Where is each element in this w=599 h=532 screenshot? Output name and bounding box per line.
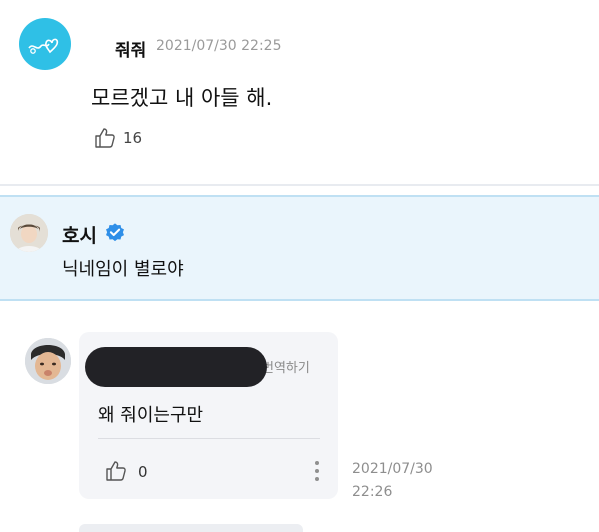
person-photo-icon bbox=[10, 214, 48, 252]
comment-timestamp: 2021/07/30 22:25 bbox=[156, 38, 282, 54]
thumbs-up-icon[interactable] bbox=[104, 459, 128, 483]
avatar[interactable] bbox=[10, 214, 48, 252]
verified-badge-icon bbox=[106, 223, 124, 242]
divider bbox=[98, 438, 320, 439]
translate-button[interactable]: 번역하기 bbox=[262, 357, 310, 376]
reply-date: 2021/07/30 bbox=[352, 461, 433, 477]
like-count: 16 bbox=[123, 129, 143, 147]
redacted-author bbox=[85, 347, 267, 387]
reply-text: 왜 줘이는구만 bbox=[98, 405, 204, 426]
avatar[interactable] bbox=[19, 18, 71, 70]
heart-doodle-icon bbox=[28, 38, 59, 54]
comment-text: 모르겠고 내 아들 해. bbox=[91, 86, 273, 110]
reply-time: 22:26 bbox=[352, 484, 393, 500]
comment-author[interactable]: 줘줘 bbox=[115, 36, 146, 61]
thumbs-up-icon[interactable] bbox=[93, 126, 117, 150]
more-options-icon[interactable] bbox=[312, 457, 322, 485]
artist-name[interactable]: 호시 bbox=[62, 221, 97, 248]
artist-reply-text: 닉네임이 별로야 bbox=[62, 259, 184, 280]
artist-reply-box bbox=[0, 195, 599, 301]
divider bbox=[0, 184, 599, 186]
avatar[interactable] bbox=[25, 338, 71, 384]
like-count: 0 bbox=[138, 463, 148, 481]
person-photo-icon bbox=[25, 338, 71, 384]
